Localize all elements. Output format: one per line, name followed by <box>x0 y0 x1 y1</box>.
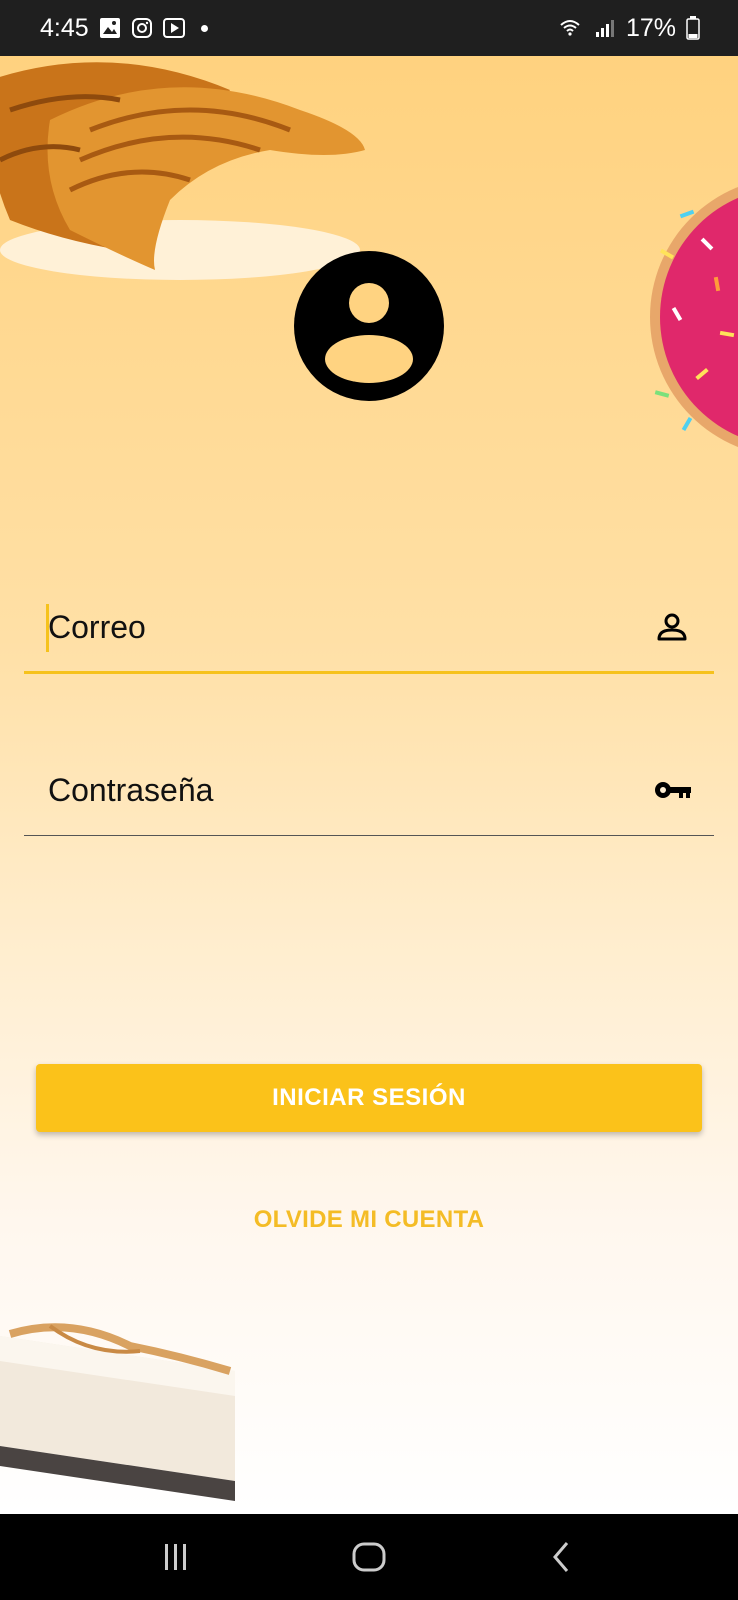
back-button[interactable] <box>532 1527 592 1587</box>
navigation-bar <box>0 1514 738 1600</box>
status-right: 17% <box>556 14 700 43</box>
signal-icon <box>595 20 614 37</box>
email-field[interactable]: Correo <box>24 584 714 674</box>
password-field[interactable]: Contraseña <box>24 746 714 836</box>
gallery-icon <box>99 18 120 38</box>
instagram-icon <box>131 18 152 38</box>
wifi-icon <box>560 20 580 36</box>
youtube-icon <box>162 18 185 38</box>
home-icon <box>352 1542 386 1572</box>
recents-icon <box>165 1544 187 1570</box>
home-button[interactable] <box>339 1527 399 1587</box>
person-icon <box>657 613 687 641</box>
donut-image <box>650 187 738 447</box>
email-label: Correo <box>48 609 146 645</box>
account-avatar-icon <box>294 251 444 401</box>
recents-button[interactable] <box>146 1527 206 1587</box>
key-icon <box>655 782 691 798</box>
notification-dot <box>200 24 208 32</box>
cheesecake-image <box>0 1323 235 1501</box>
battery-percent: 17% <box>625 13 676 42</box>
login-button[interactable]: INICIAR SESIÓN <box>36 1064 702 1132</box>
login-screen: Correo Contraseña INICIAR SESIÓN OLVIDE … <box>0 56 738 1514</box>
status-bar: 4:45 17% <box>0 0 738 56</box>
back-icon <box>552 1542 568 1572</box>
forgot-account-link[interactable]: OLVIDE MI CUENTA <box>0 1206 738 1234</box>
text-cursor <box>46 604 49 652</box>
status-time: 4:45 <box>40 13 89 42</box>
status-left: 4:45 <box>40 14 208 43</box>
password-label: Contraseña <box>48 772 214 808</box>
battery-icon <box>686 16 700 40</box>
